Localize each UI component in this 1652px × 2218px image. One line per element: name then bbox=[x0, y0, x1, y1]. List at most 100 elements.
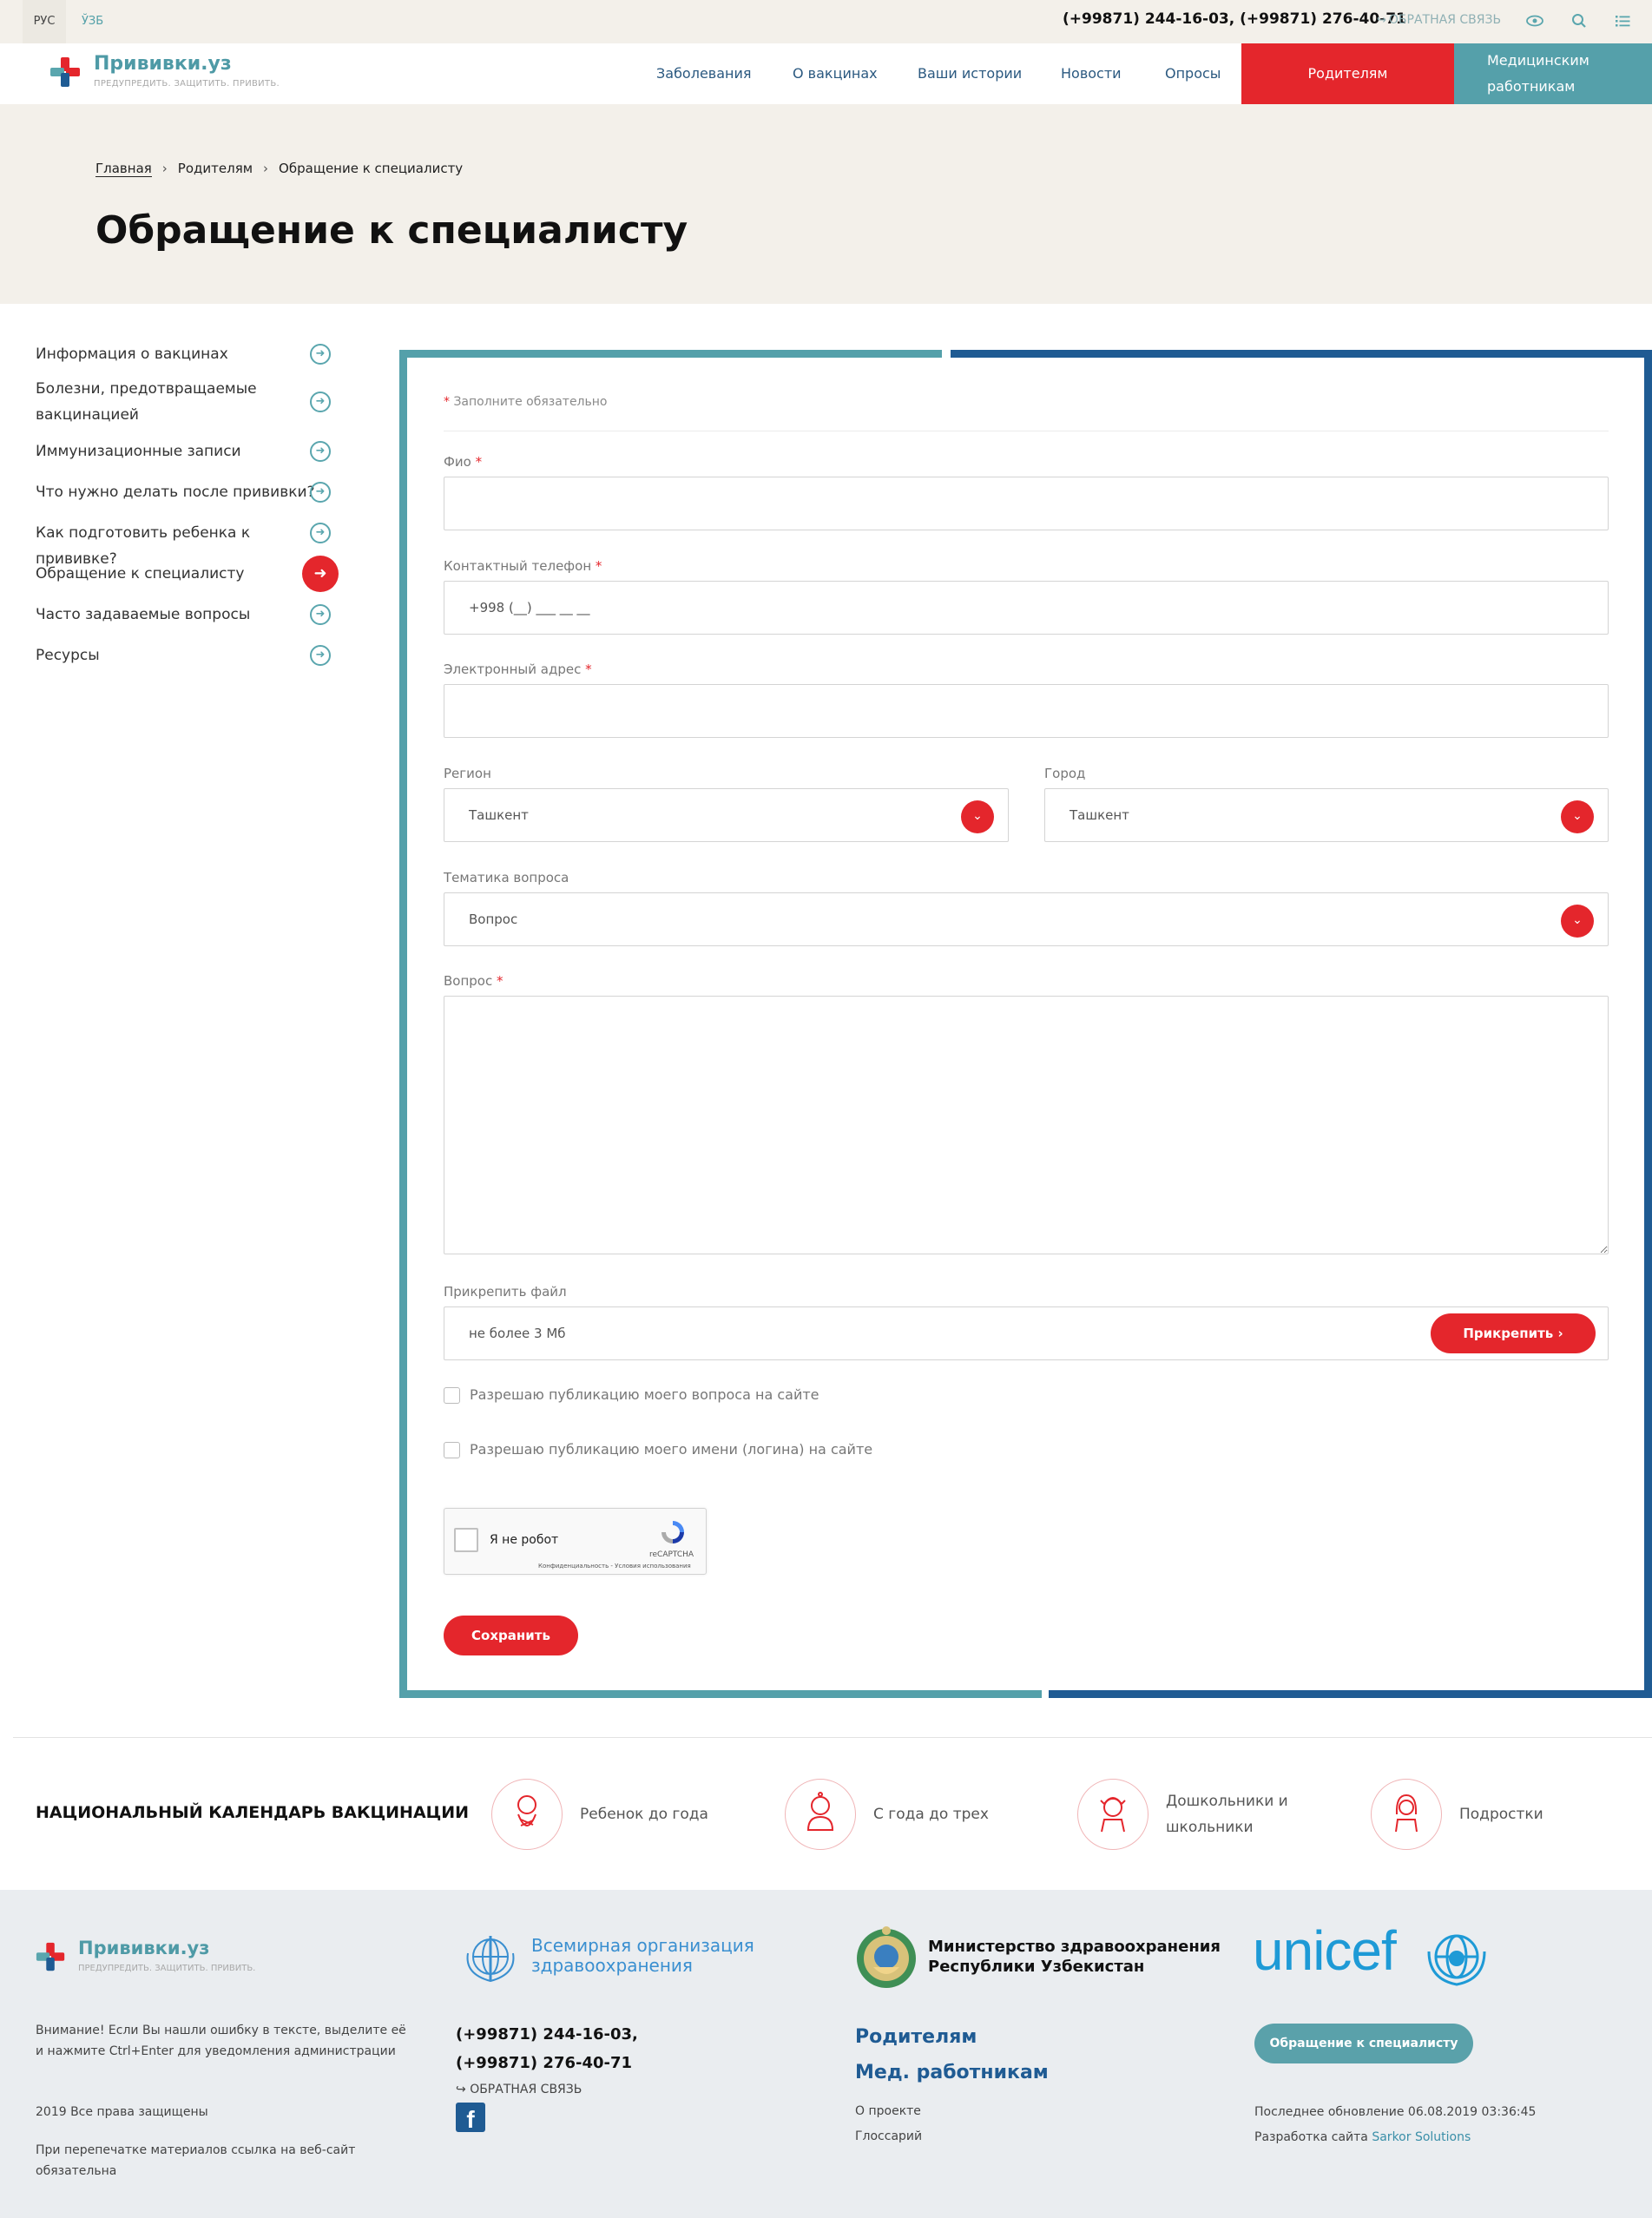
ministry-emblem-icon[interactable] bbox=[854, 1924, 918, 1991]
facebook-icon[interactable]: f bbox=[456, 2103, 485, 2133]
page-hero: Главная › Родителям › Обращение к специалист… bbox=[0, 104, 1652, 304]
sidebar-item-diseases[interactable]: Болезни, предотвращаемые вакцинацией bbox=[36, 376, 331, 428]
nav-medics[interactable]: Медицинским работникам bbox=[1454, 43, 1652, 104]
toddler-icon[interactable] bbox=[785, 1779, 856, 1850]
fio-field[interactable] bbox=[444, 477, 1609, 530]
site-logo-icon[interactable] bbox=[49, 56, 83, 90]
footer-glossary-link[interactable]: Глоссарий bbox=[855, 2129, 922, 2143]
calendar-preschool-line2: школьники bbox=[1166, 1819, 1254, 1836]
footer-about-link[interactable]: О проекте bbox=[855, 2104, 921, 2118]
nav-parents[interactable]: Родителям bbox=[1241, 43, 1454, 104]
footer-developer-link[interactable]: Sarkor Solutions bbox=[1372, 2130, 1471, 2144]
arrow-right-icon[interactable]: ➜ bbox=[310, 392, 331, 412]
footer-specialist-button[interactable]: Обращение к специалисту bbox=[1254, 2024, 1473, 2063]
calendar-toddler[interactable]: С года до трех bbox=[873, 1801, 989, 1827]
footer-phone-1[interactable]: (+99871) 244-16-03, bbox=[456, 2020, 638, 2049]
email-field[interactable] bbox=[444, 684, 1609, 738]
city-label: Город bbox=[1044, 766, 1086, 781]
logo-tagline: ПРЕДУПРЕДИТЬ. ЗАЩИТИТЬ. ПРИВИТЬ. bbox=[94, 79, 280, 89]
nav-diseases[interactable]: Заболевания bbox=[656, 43, 752, 104]
sidebar-item-resources[interactable]: Ресурсы bbox=[36, 642, 331, 668]
footer-reprint-line2: обязательна bbox=[36, 2164, 117, 2178]
calendar-preschool-line1: Дошкольники и bbox=[1166, 1793, 1288, 1810]
eye-icon[interactable] bbox=[1524, 10, 1545, 31]
topic-label: Тематика вопроса bbox=[444, 870, 569, 885]
required-star: * bbox=[475, 454, 483, 470]
footer-medics-link[interactable]: Мед. работникам bbox=[855, 2062, 1049, 2083]
sidebar-item-vaccine-info[interactable]: Информация о вакцинах bbox=[36, 341, 331, 367]
nav-news[interactable]: Новости bbox=[1061, 43, 1122, 104]
arrow-right-icon[interactable]: ➜ bbox=[310, 604, 331, 625]
lang-ru[interactable]: РУС bbox=[23, 0, 66, 43]
sidebar-item-diseases-line2: вакцинацией bbox=[36, 406, 139, 424]
footer-parents-link[interactable]: Родителям bbox=[855, 2026, 977, 2048]
chevron-down-icon[interactable]: ⌄ bbox=[961, 800, 994, 833]
attach-button[interactable]: Прикрепить › bbox=[1431, 1313, 1596, 1353]
chevron-down-icon[interactable]: ⌄ bbox=[1561, 905, 1594, 938]
calendar-title: НАЦИОНАЛЬНЫЙ КАЛЕНДАРЬ ВАКЦИНАЦИИ bbox=[36, 1803, 470, 1822]
lang-uz[interactable]: ЎЗБ bbox=[82, 12, 103, 31]
chevron-right-icon: › bbox=[161, 161, 168, 176]
city-select[interactable]: Ташкент ⌄ bbox=[1044, 788, 1609, 842]
breadcrumb-current: Обращение к специалисту bbox=[279, 161, 464, 176]
recaptcha-legal[interactable]: Конфиденциальность - Условия использован… bbox=[538, 1563, 691, 1570]
consent-question-label[interactable]: Разрешаю публикацию моего вопроса на сай… bbox=[470, 1386, 819, 1403]
chevron-down-icon[interactable]: ⌄ bbox=[1561, 800, 1594, 833]
nav-polls[interactable]: Опросы bbox=[1165, 43, 1221, 104]
calendar-infant[interactable]: Ребенок до года bbox=[580, 1801, 708, 1827]
footer-phone-2[interactable]: (+99871) 276-40-71 bbox=[456, 2049, 638, 2077]
region-select[interactable]: Ташкент ⌄ bbox=[444, 788, 1009, 842]
top-bar: РУС ЎЗБ (+99871) 244-16-03, (+99871) 276… bbox=[0, 0, 1652, 43]
feedback-label: ОБРАТНАЯ СВЯЗЬ bbox=[1388, 13, 1502, 27]
consent-question-checkbox[interactable] bbox=[444, 1387, 460, 1404]
sidebar-item-faq[interactable]: Часто задаваемые вопросы bbox=[36, 602, 331, 628]
nav-vaccines[interactable]: О вакцинах bbox=[793, 43, 878, 104]
recaptcha-checkbox[interactable] bbox=[454, 1528, 478, 1552]
footer-feedback[interactable]: ↪ ОБРАТНАЯ СВЯЗЬ bbox=[456, 2083, 582, 2096]
arrow-right-icon[interactable]: ➜ bbox=[310, 482, 331, 503]
consent-name-label[interactable]: Разрешаю публикацию моего имени (логина)… bbox=[470, 1441, 872, 1458]
attach-field[interactable]: не более 3 Мб Прикрепить › bbox=[444, 1306, 1609, 1360]
sidebar-item-specialist[interactable]: Обращение к специалисту bbox=[36, 561, 331, 587]
arrow-right-icon[interactable]: ➜ bbox=[310, 441, 331, 462]
menu-list-icon[interactable] bbox=[1612, 10, 1633, 31]
breadcrumb-home[interactable]: Главная bbox=[95, 161, 152, 177]
arrow-right-icon[interactable]: ➜ bbox=[310, 645, 331, 666]
attach-hint: не более 3 Мб bbox=[469, 1326, 566, 1341]
sidebar-item-immunization-records[interactable]: Иммунизационные записи bbox=[36, 438, 331, 464]
calendar-preschool[interactable]: Дошкольники и школьники bbox=[1166, 1788, 1288, 1840]
who-name-line2: здравоохранения bbox=[531, 1955, 693, 1976]
recaptcha-widget: Я не робот reCAPTCHA Конфиденциальность … bbox=[444, 1508, 707, 1575]
required-star: * bbox=[497, 973, 503, 989]
calendar-teen[interactable]: Подростки bbox=[1459, 1801, 1543, 1827]
nav-stories[interactable]: Ваши истории bbox=[918, 43, 1022, 104]
footer-logo-name[interactable]: Прививки.уз bbox=[78, 1938, 209, 1958]
question-textarea[interactable] bbox=[444, 996, 1609, 1254]
sidebar-item-after-vaccination[interactable]: Что нужно делать после прививки? bbox=[36, 479, 331, 505]
phone-label: Контактный телефон * bbox=[444, 558, 602, 574]
who-logo-icon[interactable] bbox=[456, 1927, 525, 1990]
schoolchild-icon[interactable] bbox=[1077, 1779, 1149, 1850]
phone-field[interactable]: +998 (__) ___ __ __ bbox=[444, 581, 1609, 635]
chevron-right-icon: › bbox=[263, 161, 269, 176]
baby-icon[interactable] bbox=[491, 1779, 563, 1850]
save-button[interactable]: Сохранить bbox=[444, 1616, 578, 1655]
feedback-link[interactable]: ↪ ОБРАТНАЯ СВЯЗЬ bbox=[1377, 13, 1501, 27]
teenager-icon[interactable] bbox=[1371, 1779, 1442, 1850]
arrow-right-icon[interactable]: ➜ bbox=[310, 344, 331, 365]
topic-select[interactable]: Вопрос ⌄ bbox=[444, 892, 1609, 946]
attach-label: Прикрепить файл bbox=[444, 1284, 567, 1300]
footer-logo-icon[interactable] bbox=[35, 1941, 68, 1974]
main-header: Прививки.уз ПРЕДУПРЕДИТЬ. ЗАЩИТИТЬ. ПРИВ… bbox=[0, 43, 1652, 104]
arrow-right-icon[interactable]: ➜ bbox=[310, 523, 331, 543]
logo-name[interactable]: Прививки.уз bbox=[94, 53, 232, 75]
consent-name-checkbox[interactable] bbox=[444, 1442, 460, 1458]
breadcrumb: Главная › Родителям › Обращение к специалист… bbox=[95, 161, 463, 177]
footer-developer-prefix: Разработка сайта bbox=[1254, 2130, 1368, 2144]
arrow-right-icon[interactable]: ➜ bbox=[302, 556, 339, 592]
breadcrumb-parents[interactable]: Родителям bbox=[178, 161, 253, 176]
search-icon[interactable] bbox=[1569, 10, 1589, 31]
unicef-wordmark[interactable]: unicef bbox=[1253, 1919, 1397, 1983]
footer-notice-line2: и нажмите Ctrl+Enter для уведомления адм… bbox=[36, 2044, 396, 2058]
ministry-name-line2: Республики Узбекистан bbox=[928, 1958, 1145, 1976]
